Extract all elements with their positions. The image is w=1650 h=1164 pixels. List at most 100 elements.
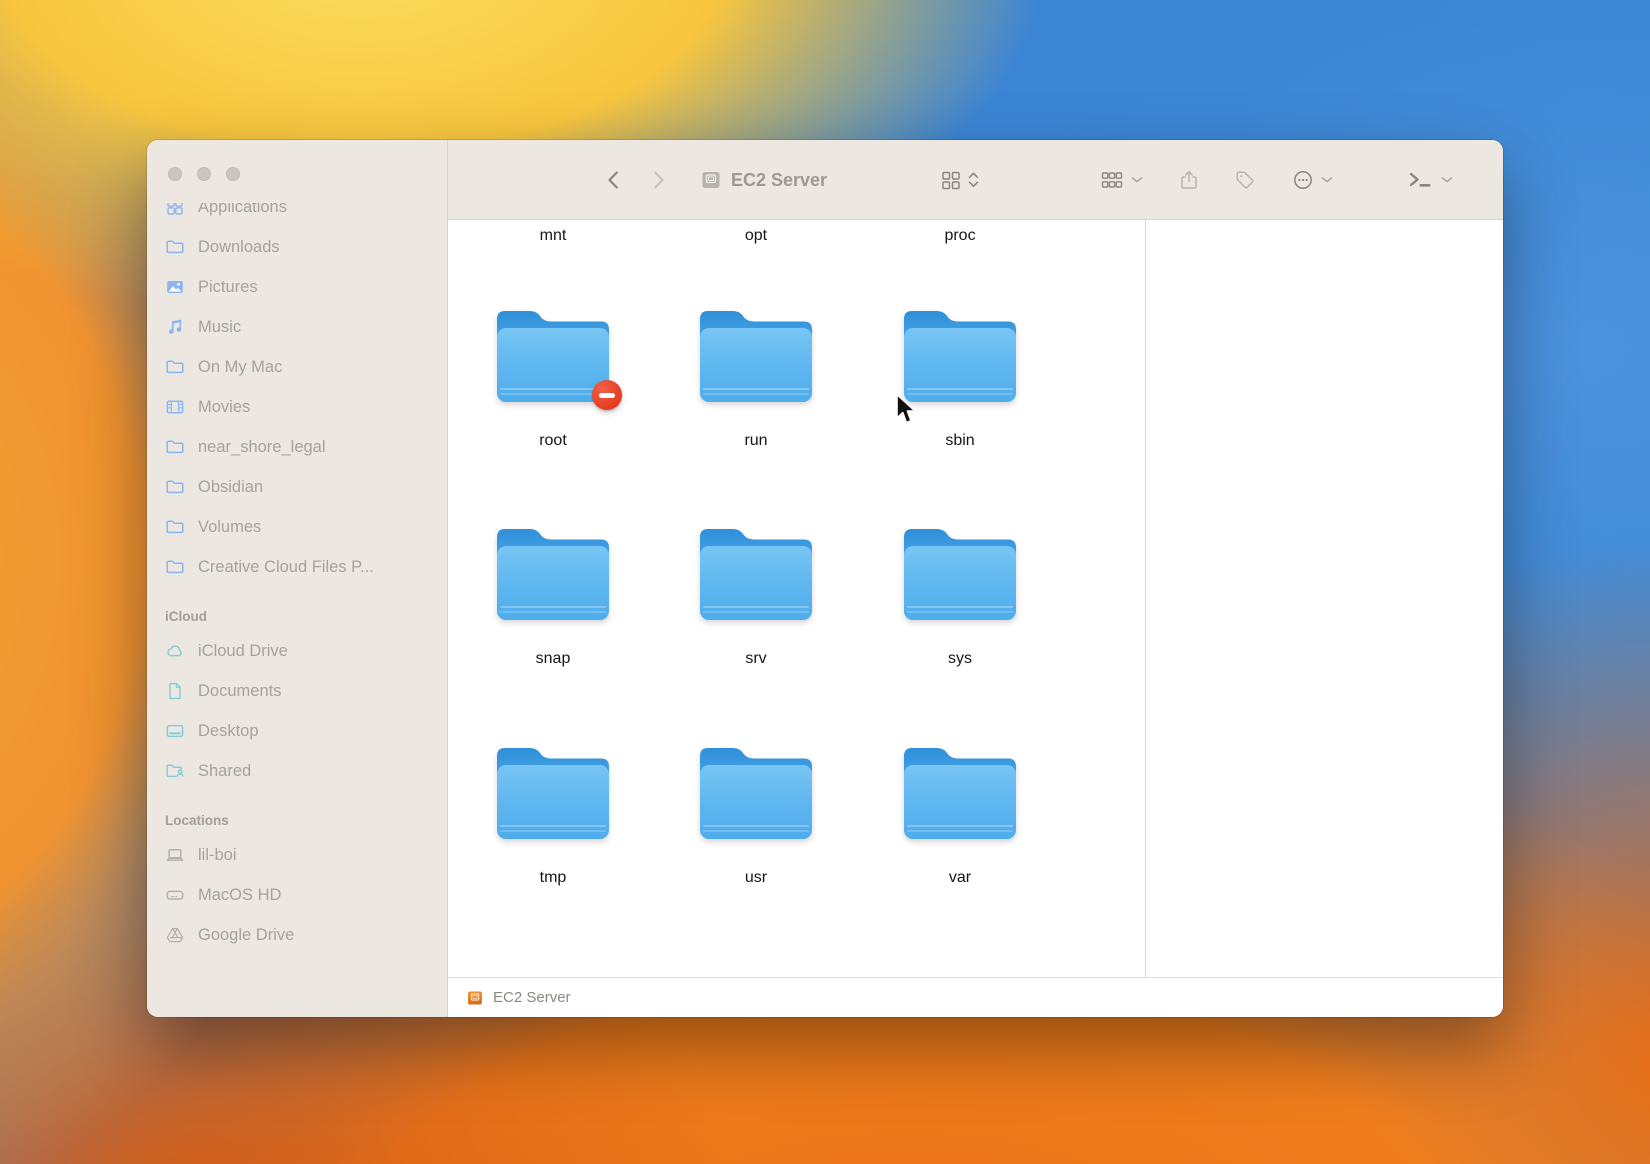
sidebar-item-label: Pictures (198, 277, 258, 296)
path-bar-item[interactable]: EC2 Server (493, 989, 571, 1006)
folder-item-tmp[interactable]: tmp (463, 739, 643, 887)
sidebar-section-locations: Locations (165, 813, 229, 828)
zoom-button[interactable] (226, 167, 240, 181)
toolbar: EC2 Server (448, 140, 1503, 220)
sidebar-item-obsidian[interactable]: Obsidian (147, 467, 447, 507)
disk-image-icon-orange (466, 989, 484, 1007)
pictures-icon (165, 277, 185, 297)
group-icon (1100, 169, 1124, 191)
chevron-down-icon (1131, 177, 1143, 183)
tag-button[interactable] (1234, 140, 1256, 220)
folder-item-opt[interactable]: opt (666, 227, 846, 245)
sidebar-item-label: Downloads (198, 237, 280, 256)
minimize-button[interactable] (197, 167, 211, 181)
path-bar: EC2 Server (448, 977, 1503, 1017)
window-title: EC2 Server (731, 169, 828, 190)
disk-image-icon (700, 169, 722, 191)
sidebar-item-macos-hd[interactable]: MacOS HD (147, 875, 447, 915)
sidebar-item-google-drive[interactable]: Google Drive (147, 915, 447, 955)
sidebar-item-music[interactable]: Music (147, 307, 447, 347)
chevron-right-icon (647, 169, 669, 191)
folder-icon (165, 437, 185, 457)
chevron-down-icon (1321, 177, 1333, 183)
sidebar-item-label: Desktop (198, 721, 259, 740)
back-button[interactable] (603, 140, 625, 220)
sidebar-item-creative-cloud-files[interactable]: Creative Cloud Files P... (147, 547, 447, 587)
sidebar-item-label: On My Mac (198, 357, 283, 376)
mouse-cursor (893, 393, 917, 427)
folder-label: snap (535, 650, 571, 667)
sidebar-item-on-my-mac[interactable]: On My Mac (147, 347, 447, 387)
sidebar-section-icloud: iCloud (165, 609, 207, 624)
folder-item-root[interactable]: root (463, 302, 643, 450)
tag-icon (1234, 169, 1256, 191)
film-icon (165, 397, 185, 417)
google-drive-icon (165, 925, 185, 945)
chevron-left-icon (603, 169, 625, 191)
folder-item-sbin[interactable]: sbin (870, 302, 1050, 450)
terminal-icon (1408, 169, 1434, 191)
folder-label: root (539, 432, 567, 449)
sidebar-divider (447, 140, 448, 1017)
folder-item-srv[interactable]: srv (666, 520, 846, 668)
group-by-button[interactable] (1100, 140, 1143, 220)
sidebar-item-volumes[interactable]: Volumes (147, 507, 447, 547)
no-access-badge (592, 380, 622, 410)
sidebar-scroll-area: Applications Downloads Pictures Music On… (147, 203, 447, 1017)
grid-view-icon (940, 169, 962, 191)
view-selector-button[interactable] (940, 140, 979, 220)
terminal-button[interactable] (1408, 140, 1453, 220)
folder-item-run[interactable]: run (666, 302, 846, 450)
folder-icon (693, 302, 819, 406)
sidebar-item-movies[interactable]: Movies (147, 387, 447, 427)
forward-button[interactable] (647, 140, 669, 220)
applications-grid-icon (165, 203, 185, 217)
folder-label: mnt (539, 227, 567, 244)
sidebar-item-label: Obsidian (198, 477, 264, 496)
folder-item-var[interactable]: var (870, 739, 1050, 887)
sidebar-item-near-shore-legal[interactable]: near_shore_legal (147, 427, 447, 467)
folder-label: srv (745, 650, 767, 667)
sidebar-item-label: MacOS HD (198, 885, 282, 904)
folder-icon (490, 520, 616, 624)
music-note-icon (165, 317, 185, 337)
sidebar-item-label: near_shore_legal (198, 437, 326, 456)
sidebar-item-label: Documents (198, 681, 282, 700)
file-browser-content: mnt opt proc root run sbin snap srv sys … (448, 220, 1503, 977)
folder-label: opt (744, 227, 768, 244)
folder-icon (490, 739, 616, 843)
folder-icon (693, 520, 819, 624)
folder-label: run (744, 432, 768, 449)
sidebar-item-label: iCloud Drive (198, 641, 288, 660)
cloud-icon (165, 641, 185, 661)
sidebar: Applications Downloads Pictures Music On… (147, 140, 447, 1017)
window-title-proxy[interactable]: EC2 Server (700, 140, 827, 220)
folder-label: usr (744, 869, 768, 886)
folder-label: tmp (539, 869, 567, 886)
more-actions-button[interactable] (1292, 140, 1333, 220)
sidebar-item-icloud-drive[interactable]: iCloud Drive (147, 631, 447, 671)
sidebar-item-lil-boi[interactable]: lil-boi (147, 835, 447, 875)
sidebar-item-desktop[interactable]: Desktop (147, 711, 447, 751)
close-button[interactable] (168, 167, 182, 181)
ellipsis-circle-icon (1292, 169, 1314, 191)
folder-icon (165, 477, 185, 497)
folder-item-usr[interactable]: usr (666, 739, 846, 887)
folder-label: sbin (945, 432, 975, 449)
folder-item-snap[interactable]: snap (463, 520, 643, 668)
sidebar-item-label: Shared (198, 761, 252, 780)
sidebar-item-applications[interactable]: Applications (147, 203, 447, 227)
sidebar-item-documents[interactable]: Documents (147, 671, 447, 711)
sidebar-item-shared[interactable]: Shared (147, 751, 447, 791)
folder-label: proc (944, 227, 976, 244)
folder-item-sys[interactable]: sys (870, 520, 1050, 668)
folder-item-mnt[interactable]: mnt (463, 227, 643, 245)
sidebar-item-downloads[interactable]: Downloads (147, 227, 447, 267)
share-button[interactable] (1178, 140, 1200, 220)
folder-item-proc[interactable]: proc (870, 227, 1050, 245)
sidebar-item-pictures[interactable]: Pictures (147, 267, 447, 307)
sidebar-item-label: Music (198, 317, 242, 336)
chevron-up-icon (968, 172, 979, 179)
folder-icon (897, 739, 1023, 843)
folder-icon (693, 739, 819, 843)
